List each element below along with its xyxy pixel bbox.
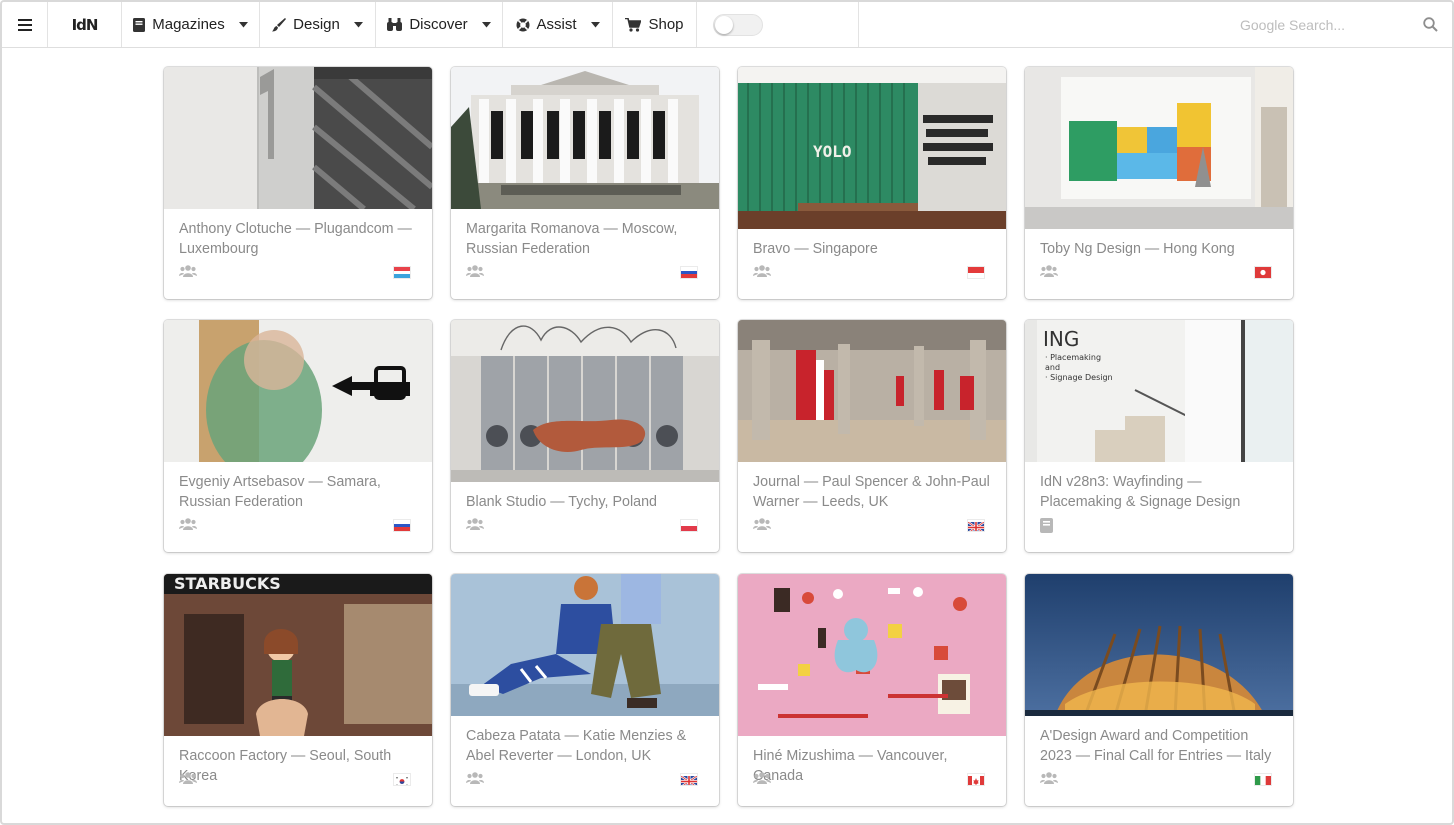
flag-luxembourg-icon [394, 267, 410, 278]
toggle-knob [715, 15, 733, 34]
card-caption[interactable]: Hiné Mizushima — Vancouver, Canada [753, 746, 992, 786]
card-thumbnail [1025, 574, 1293, 716]
card-thumbnail: STARBUCKS [164, 574, 432, 736]
flag-south-korea-icon [394, 774, 410, 785]
card-thumbnail [451, 574, 719, 716]
search-input[interactable] [1240, 17, 1410, 33]
caret-down-icon [238, 21, 248, 28]
card-thumbnail [738, 320, 1006, 462]
flag-russia-icon [681, 267, 697, 278]
card-caption[interactable]: IdN v28n3: Wayfinding — Placemaking & Si… [1040, 472, 1279, 512]
article-card[interactable]: Journal — Paul Spencer & John-Paul Warne… [738, 320, 1006, 552]
svg-text:YOLO: YOLO [813, 142, 852, 161]
card-thumbnail [164, 67, 432, 209]
users-icon [179, 517, 197, 535]
article-card[interactable]: STARBUCKS Raccoon Factory — Seoul, South… [164, 574, 432, 806]
flag-russia-icon [394, 520, 410, 531]
brush-icon [272, 17, 287, 32]
article-card[interactable]: Cabeza Patata — Katie Menzies & Abel Rev… [451, 574, 719, 806]
flag-singapore-icon [968, 267, 984, 278]
svg-text:and: and [1045, 363, 1060, 372]
svg-text:· Signage Design: · Signage Design [1045, 373, 1113, 382]
svg-text:STARBUCKS: STARBUCKS [174, 574, 281, 593]
article-card[interactable]: Toby Ng Design — Hong Kong [1025, 67, 1293, 299]
article-card[interactable]: Hiné Mizushima — Vancouver, Canada [738, 574, 1006, 806]
cart-icon [625, 17, 642, 32]
card-caption[interactable]: Evgeniy Artsebasov — Samara, Russian Fed… [179, 472, 418, 512]
article-card[interactable]: A'Design Award and Competition 2023 — Fi… [1025, 574, 1293, 806]
lifebuoy-icon [516, 18, 530, 32]
users-icon [753, 517, 771, 535]
users-icon [753, 264, 771, 282]
nav-item-discover[interactable]: Discover [376, 2, 503, 47]
nav-item-shop[interactable]: Shop [613, 2, 697, 47]
book-icon [133, 17, 146, 32]
hamburger-icon [17, 18, 32, 31]
flag-poland-icon [681, 520, 697, 531]
card-caption[interactable]: Toby Ng Design — Hong Kong [1040, 239, 1279, 259]
users-icon [753, 771, 771, 789]
card-thumbnail [451, 67, 719, 209]
article-card[interactable]: YOLO Bravo — Singapore [738, 67, 1006, 299]
nav-label: Assist [536, 16, 577, 33]
card-caption[interactable]: Blank Studio — Tychy, Poland [466, 492, 705, 512]
svg-text:· Placemaking: · Placemaking [1045, 353, 1101, 362]
card-caption[interactable]: Journal — Paul Spencer & John-Paul Warne… [753, 472, 992, 512]
nav-label: Magazines [152, 16, 225, 33]
article-card[interactable]: Margarita Romanova — Moscow, Russian Fed… [451, 67, 719, 299]
article-card[interactable]: Anthony Clotuche — Plugandcom — Luxembou… [164, 67, 432, 299]
caret-down-icon [481, 21, 491, 28]
browser-frame: IdN Magazines Design Discover Assist Sho… [0, 0, 1454, 825]
users-icon [179, 264, 197, 282]
nav-item-magazines[interactable]: Magazines [122, 2, 260, 47]
card-caption[interactable]: Raccoon Factory — Seoul, South Korea [179, 746, 418, 786]
flag-uk-icon [968, 520, 984, 531]
book-icon [1040, 518, 1053, 538]
card-thumbnail [738, 574, 1006, 736]
nav-label: Design [293, 16, 340, 33]
idn-logo[interactable]: IdN [48, 2, 122, 47]
card-caption[interactable]: A'Design Award and Competition 2023 — Fi… [1040, 726, 1279, 766]
card-thumbnail: ING · Placemaking and · Signage Design [1025, 320, 1293, 462]
card-thumbnail: YOLO [738, 67, 1006, 229]
card-caption[interactable]: Anthony Clotuche — Plugandcom — Luxembou… [179, 219, 418, 259]
users-icon [179, 771, 197, 789]
nav-item-assist[interactable]: Assist [503, 2, 613, 47]
card-caption[interactable]: Cabeza Patata — Katie Menzies & Abel Rev… [466, 726, 705, 766]
dark-mode-toggle[interactable] [713, 13, 763, 36]
logo-text: IdN [71, 15, 99, 34]
nav-label: Shop [648, 16, 684, 33]
nav-item-design[interactable]: Design [260, 2, 376, 47]
caret-down-icon [353, 21, 363, 28]
flag-canada-icon [968, 774, 984, 785]
search-icon[interactable] [1423, 17, 1438, 37]
svg-text:ING: ING [1043, 327, 1079, 351]
users-icon [1040, 771, 1058, 789]
menu-button[interactable] [2, 2, 48, 47]
flag-italy-icon [1255, 774, 1271, 785]
search-bar [1232, 2, 1452, 48]
users-icon [466, 771, 484, 789]
article-card[interactable]: Evgeniy Artsebasov — Samara, Russian Fed… [164, 320, 432, 552]
flag-uk-icon [681, 774, 697, 785]
binoculars-icon [387, 18, 403, 31]
nav-label: Discover [409, 16, 468, 33]
card-thumbnail [1025, 67, 1293, 229]
card-thumbnail [164, 320, 432, 462]
top-navbar: IdN Magazines Design Discover Assist Sho… [2, 2, 1452, 48]
dark-mode-toggle-cell [697, 2, 859, 47]
card-caption[interactable]: Margarita Romanova — Moscow, Russian Fed… [466, 219, 705, 259]
article-card[interactable]: ING · Placemaking and · Signage Design IdN … [1025, 320, 1293, 552]
flag-hong-kong-icon [1255, 267, 1271, 278]
users-icon [1040, 264, 1058, 282]
users-icon [466, 264, 484, 282]
users-icon [466, 517, 484, 535]
caret-down-icon [590, 21, 600, 28]
card-thumbnail [451, 320, 719, 482]
card-caption[interactable]: Bravo — Singapore [753, 239, 992, 259]
article-card[interactable]: Blank Studio — Tychy, Poland [451, 320, 719, 552]
